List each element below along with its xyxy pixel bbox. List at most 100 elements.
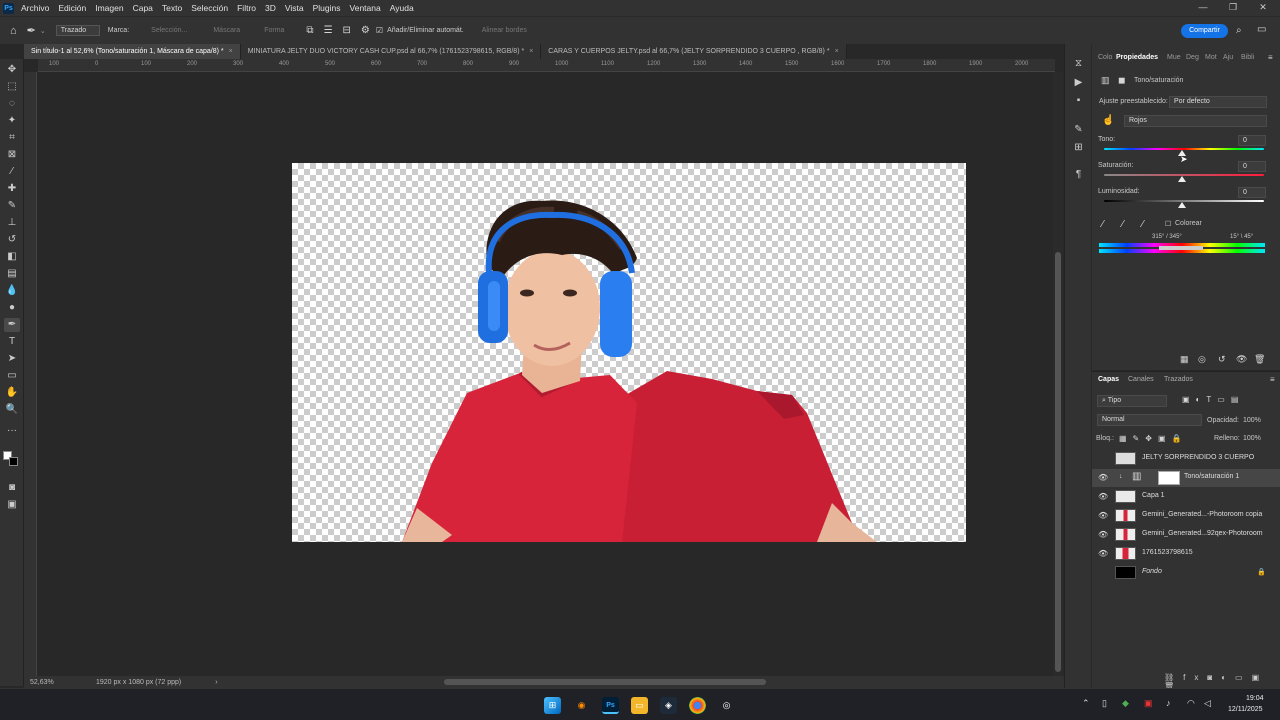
tab-miniatura-jelty[interactable]: MINIATURA JELTY DUO VICTORY CASH CUP.psd… (240, 44, 542, 59)
menu-vista[interactable]: Vista (285, 3, 304, 13)
close-tab-icon[interactable]: × (229, 48, 233, 55)
visibility-off-icon[interactable] (1098, 454, 1108, 464)
eraser-tool-icon[interactable]: ◧ (4, 250, 20, 264)
eye-icon[interactable]: 👁 (1098, 549, 1108, 559)
blend-mode-select[interactable]: Normal (1097, 414, 1202, 426)
usb-icon[interactable]: ▯ (1102, 698, 1107, 709)
menu-seleccion[interactable]: Selección (191, 3, 228, 13)
tab-sin-titulo[interactable]: Sin título-1 al 52,6% (Tono/saturación 1… (24, 44, 241, 59)
eye-icon[interactable]: 👁 (1098, 530, 1108, 540)
screen-mode-icon[interactable]: ▣ (4, 498, 20, 512)
layer-row[interactable]: 👁 Gemini_Generated...92qex-Photoroom (1092, 526, 1280, 544)
mask-icon[interactable]: ◼ (1118, 75, 1125, 86)
path-alignment-icon[interactable]: ☰ (324, 25, 333, 36)
tab-motivos[interactable]: Mot (1205, 54, 1217, 61)
colorear-checkbox[interactable]: ☐ (1165, 220, 1171, 228)
menu-texto[interactable]: Texto (162, 3, 182, 13)
panel-menu-icon[interactable]: ≡ (1270, 375, 1275, 384)
visibility-icon[interactable]: 👁 (1236, 354, 1247, 365)
security-icon[interactable]: ◆ (1122, 698, 1129, 709)
eyedropper-add-icon[interactable]: ⁄ (1122, 219, 1124, 230)
brush-settings-icon[interactable]: ✎ (1071, 124, 1086, 138)
healing-brush-icon[interactable]: ✚ (4, 182, 20, 196)
layer-row-selected[interactable]: 👁 ↓ ▥ Tono/saturación 1 (1092, 469, 1280, 487)
move-tool-icon[interactable]: ✥ (4, 63, 20, 77)
tab-ajustes[interactable]: Aju (1223, 54, 1233, 61)
mascara-button[interactable]: Máscara (213, 27, 240, 34)
saturacion-value-input[interactable]: 0 (1238, 161, 1266, 172)
stamp-tool-icon[interactable]: ⊥ (4, 216, 20, 230)
vertical-scrollbar[interactable] (1053, 72, 1063, 676)
eyedropper-icon[interactable]: ⁄ (1102, 219, 1104, 230)
saturacion-slider-thumb[interactable] (1178, 176, 1186, 182)
fill-value[interactable]: 100% (1243, 435, 1261, 442)
adjustments-icon[interactable]: ⊞ (1071, 142, 1086, 156)
align-edges-checkbox[interactable]: Alinear bordes (482, 27, 527, 34)
luminosidad-value-input[interactable]: 0 (1238, 187, 1266, 198)
layer-filter-icons[interactable]: ▣◐T▭▤ (1182, 395, 1244, 404)
horizontal-scroll-thumb[interactable] (444, 679, 766, 685)
chevron-right-icon[interactable]: › (215, 679, 217, 686)
history-brush-icon[interactable]: ↺ (4, 233, 20, 247)
chrome-icon[interactable] (689, 697, 706, 714)
microphone-icon[interactable]: ♪ (1166, 698, 1171, 708)
share-button[interactable]: Compartir (1181, 24, 1228, 38)
reset-icon[interactable]: ↺ (1218, 354, 1226, 365)
menu-capa[interactable]: Capa (133, 3, 153, 13)
pen-tool-icon[interactable]: ✒ (27, 24, 36, 37)
type-tool-icon[interactable]: T (4, 335, 20, 349)
rectangle-tool-icon[interactable]: ▭ (4, 369, 20, 383)
scroll-thumb[interactable] (1055, 252, 1061, 672)
tab-muestras[interactable]: Mue (1167, 54, 1181, 61)
color-range-selector[interactable] (1159, 246, 1203, 250)
frame-tool-icon[interactable]: ⊠ (4, 148, 20, 162)
path-arrangement-icon[interactable]: ⊟ (343, 25, 351, 36)
restore-icon[interactable]: ❐ (1218, 0, 1248, 16)
clock-time[interactable]: 19:04 (1246, 695, 1264, 702)
layer-row[interactable]: Fondo 🔒 (1092, 564, 1280, 582)
luminosidad-slider-thumb[interactable] (1178, 202, 1186, 208)
layer-mask-thumbnail[interactable] (1158, 471, 1180, 485)
paragraph-icon[interactable]: ¶ (1071, 169, 1086, 183)
clock-date[interactable]: 12/11/2025 (1228, 706, 1263, 713)
tab-caras-cuerpos[interactable]: CARAS Y CUERPOS JELTY.psd al 66,7% (JELT… (541, 44, 847, 59)
document-canvas[interactable] (292, 163, 966, 542)
menu-plugins[interactable]: Plugins (313, 3, 341, 13)
tab-capas[interactable]: Capas (1098, 376, 1119, 383)
brush-tool-icon[interactable]: ✎ (4, 199, 20, 213)
gear-icon[interactable]: ⚙ (361, 25, 370, 36)
clip-to-layer-icon[interactable]: ▦ (1180, 354, 1189, 365)
gradient-tool-icon[interactable]: ▤ (4, 267, 20, 281)
eye-icon[interactable]: 👁 (1098, 492, 1108, 502)
close-tab-icon[interactable]: × (529, 48, 533, 55)
workspace-icon[interactable]: ▭ (1257, 24, 1266, 35)
play-icon[interactable]: ▶ (1071, 77, 1086, 91)
path-mode-select[interactable]: Trazado (55, 25, 100, 36)
quick-mask-icon[interactable]: ◙ (4, 481, 20, 495)
lasso-tool-icon[interactable]: ◌ (4, 97, 20, 111)
close-window-icon[interactable]: ✕ (1248, 0, 1278, 16)
photoshop-taskbar-icon[interactable]: Ps (602, 697, 619, 714)
close-tab-icon[interactable]: × (835, 48, 839, 55)
trash-icon[interactable]: 🗑 (1254, 354, 1265, 365)
adobe-icon[interactable]: ▣ (1144, 698, 1153, 709)
zoom-tool-icon[interactable]: 🔍 (4, 403, 20, 417)
file-explorer-icon[interactable]: ▭ (631, 697, 648, 714)
background-color-swatch[interactable] (9, 457, 18, 466)
panel-menu-icon[interactable]: ≡ (1268, 53, 1273, 62)
more-tools-icon[interactable]: ··· (4, 424, 20, 438)
layer-row[interactable]: 👁 Gemini_Generated...-Photoroom copia (1092, 507, 1280, 525)
tab-degradados[interactable]: Deg (1186, 54, 1199, 61)
search-icon[interactable]: ⌕ (1236, 25, 1242, 36)
lock-icons[interactable]: ▦✎✥▣🔒 (1119, 434, 1187, 443)
pen-tool-active-icon[interactable]: ✒ (4, 318, 20, 332)
menu-archivo[interactable]: Archivo (21, 3, 49, 13)
layer-row[interactable]: 👁 Capa 1 (1092, 488, 1280, 506)
menu-ayuda[interactable]: Ayuda (390, 3, 414, 13)
menu-filtro[interactable]: Filtro (237, 3, 256, 13)
visibility-off-icon[interactable] (1098, 568, 1108, 578)
home-icon[interactable]: ⌂ (10, 25, 17, 37)
tab-bibliotecas[interactable]: Bibli (1241, 54, 1254, 61)
blender-icon[interactable]: ◉ (573, 697, 590, 714)
history-icon[interactable]: ⧖ (1071, 58, 1086, 72)
